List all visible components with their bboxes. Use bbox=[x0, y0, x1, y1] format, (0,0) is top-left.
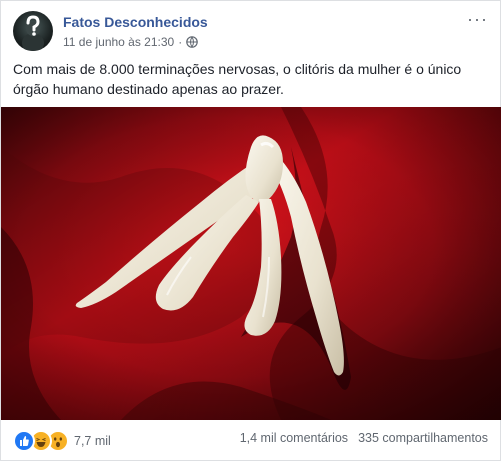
post-header: Fatos Desconhecidos 11 de junho às 21:30… bbox=[13, 10, 488, 53]
page-name-link[interactable]: Fatos Desconhecidos bbox=[63, 14, 208, 30]
globe-icon[interactable] bbox=[186, 36, 199, 48]
more-options-button[interactable]: ··· bbox=[467, 10, 488, 28]
post-meta: 11 de junho às 21:30 · bbox=[63, 35, 199, 49]
post-photo[interactable] bbox=[1, 107, 501, 420]
post-footer: 7,7 mil 1,4 mil comentários 335 comparti… bbox=[13, 427, 488, 452]
like-icon bbox=[13, 430, 35, 452]
facebook-post: Fatos Desconhecidos 11 de junho às 21:30… bbox=[0, 0, 501, 461]
post-timestamp[interactable]: 11 de junho às 21:30 bbox=[63, 35, 174, 49]
clitoris-model-photo bbox=[1, 107, 501, 420]
shares-count-link[interactable]: 335 compartilhamentos bbox=[358, 431, 488, 445]
page-avatar[interactable] bbox=[13, 11, 53, 51]
reactions-summary[interactable]: 7,7 mil bbox=[13, 430, 111, 452]
post-body-text: Com mais de 8.000 terminações nervosas, … bbox=[13, 61, 462, 97]
meta-separator: · bbox=[178, 35, 183, 49]
reaction-count[interactable]: 7,7 mil bbox=[74, 434, 111, 448]
question-mark-figure-icon bbox=[22, 15, 44, 51]
comments-count-link[interactable]: 1,4 mil comentários bbox=[240, 431, 348, 445]
engagement-stats: 1,4 mil comentários 335 compartilhamento… bbox=[240, 431, 488, 445]
